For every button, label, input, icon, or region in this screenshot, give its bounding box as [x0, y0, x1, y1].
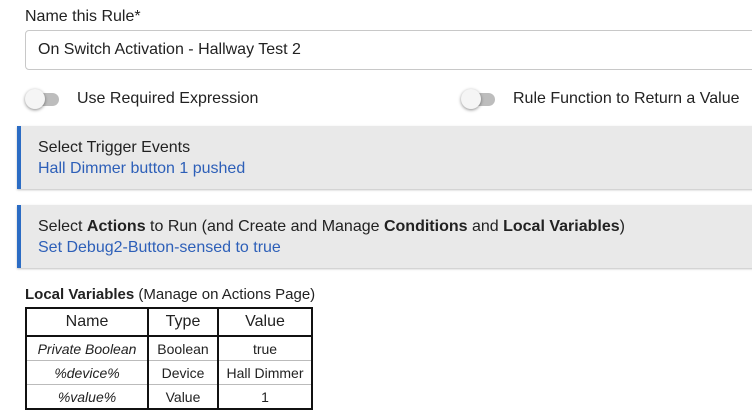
- variable-type: Value: [147, 384, 218, 409]
- actions-title: Select Actions to Run (and Create and Ma…: [38, 217, 739, 237]
- actions-title-part: to Run (and Create and Manage: [145, 218, 384, 235]
- variable-type: Boolean: [147, 336, 218, 361]
- actions-title-part: Select: [38, 218, 87, 235]
- required-expression-label: Use Required Expression: [77, 90, 259, 107]
- variable-name: %value%: [57, 388, 117, 405]
- required-expression-row: Use Required Expression: [25, 89, 258, 109]
- table-header-row: Name Type Value: [26, 308, 312, 337]
- local-variables-table: Name Type Value Private Boolean Boolean …: [25, 307, 313, 410]
- actions-title-bold: Local Variables: [503, 218, 620, 235]
- column-header-name: Name: [26, 308, 148, 337]
- column-header-value: Value: [217, 308, 312, 337]
- trigger-events-section[interactable]: Select Trigger Events Hall Dimmer button…: [17, 126, 752, 189]
- actions-title-bold: Actions: [86, 218, 146, 235]
- rule-name-label: Name this Rule*: [25, 8, 141, 25]
- variable-type: Device: [147, 360, 218, 385]
- return-value-row: Rule Function to Return a Value: [461, 89, 740, 109]
- trigger-events-summary: Hall Dimmer button 1 pushed: [38, 160, 246, 177]
- column-header-type: Type: [147, 308, 218, 337]
- return-value-toggle[interactable]: [461, 89, 495, 109]
- actions-title-bold: Conditions: [383, 218, 468, 235]
- table-row: %device% Device Hall Dimmer: [26, 360, 312, 385]
- variable-value: Hall Dimmer: [217, 360, 312, 385]
- required-expression-toggle[interactable]: [25, 89, 59, 109]
- table-row: %value% Value 1: [26, 384, 312, 409]
- local-variables-title: Local Variables: [25, 286, 135, 303]
- variable-name: Private Boolean: [26, 336, 148, 361]
- variable-value: true: [217, 336, 312, 361]
- actions-section[interactable]: Select Actions to Run (and Create and Ma…: [17, 205, 752, 268]
- actions-title-part: ): [619, 218, 625, 235]
- variable-name: %device%: [26, 360, 148, 385]
- actions-title-part: and: [467, 218, 504, 235]
- toggle-knob: [461, 89, 481, 109]
- rule-name-input[interactable]: [25, 30, 752, 70]
- trigger-events-title: Select Trigger Events: [38, 139, 191, 156]
- actions-summary: Set Debug2-Button-sensed to true: [38, 239, 281, 256]
- variable-value: 1: [217, 384, 312, 409]
- local-variables-note: (Manage on Actions Page): [134, 286, 316, 303]
- return-value-label: Rule Function to Return a Value: [513, 90, 740, 107]
- table-row: Private Boolean Boolean true: [26, 336, 312, 361]
- toggle-knob: [25, 89, 45, 109]
- local-variables-heading: Local Variables (Manage on Actions Page): [25, 286, 315, 303]
